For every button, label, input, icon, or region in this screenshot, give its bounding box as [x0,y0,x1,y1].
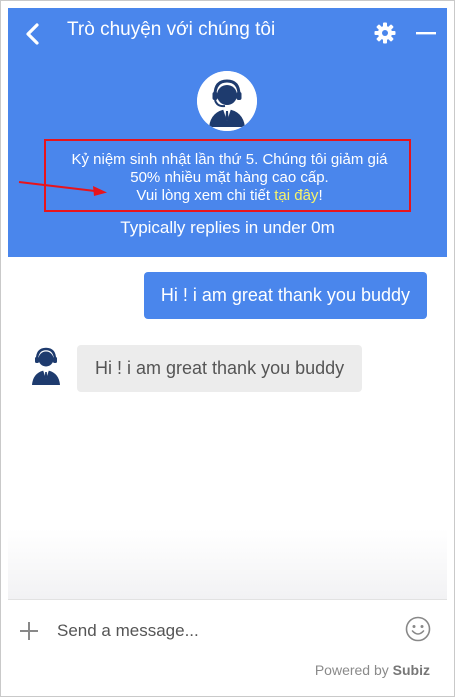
emoji-button[interactable] [405,616,431,642]
agent-avatar-icon [32,347,60,385]
promo-line-3-prefix: Vui lòng xem chi tiết [136,187,275,204]
gear-icon [374,22,396,44]
promo-details-link[interactable]: tại đây [274,187,318,204]
composer [8,599,447,661]
plus-icon [20,622,38,640]
promo-line-3-suffix: ! [318,187,323,204]
reply-time: Typically replies in under 0m [120,218,335,237]
message-fade [8,529,447,599]
chat-title: Trò chuyện với chúng tôi [67,19,276,40]
powered-by-label: Powered by [314,662,393,678]
message-input[interactable] [57,616,387,646]
chat-widget: Trò chuyện với chúng tôi Kỷ niệm sinh nh… [0,0,455,697]
incoming-message: Hi ! i am great thank you buddy [77,345,363,392]
back-icon [26,23,39,45]
chat-header: Trò chuyện với chúng tôi Kỷ niệm sinh nh… [8,8,447,257]
settings-button[interactable] [374,22,396,44]
minimize-button[interactable] [414,22,438,44]
minimize-icon [416,32,436,35]
emoji-icon [405,616,431,642]
message-list[interactable]: Hi ! i am great thank you buddy Hi ! i a… [8,257,447,599]
agent-avatar [197,71,257,131]
promo-notice: Kỷ niệm sinh nhật lần thứ 5. Chúng tôi g… [44,139,411,212]
outgoing-message: Hi ! i am great thank you buddy [143,272,427,319]
annotation-arrow-icon [18,181,107,196]
attach-button[interactable] [19,621,39,641]
agent-avatar-icon [197,71,257,131]
powered-by[interactable]: Powered by Subiz [315,661,430,679]
agent-message-avatar [28,345,64,385]
brand-name: Subiz [392,662,430,678]
promo-line-1: Kỷ niệm sinh nhật lần thứ 5. Chúng tôi g… [71,151,388,168]
back-button[interactable] [22,22,44,46]
